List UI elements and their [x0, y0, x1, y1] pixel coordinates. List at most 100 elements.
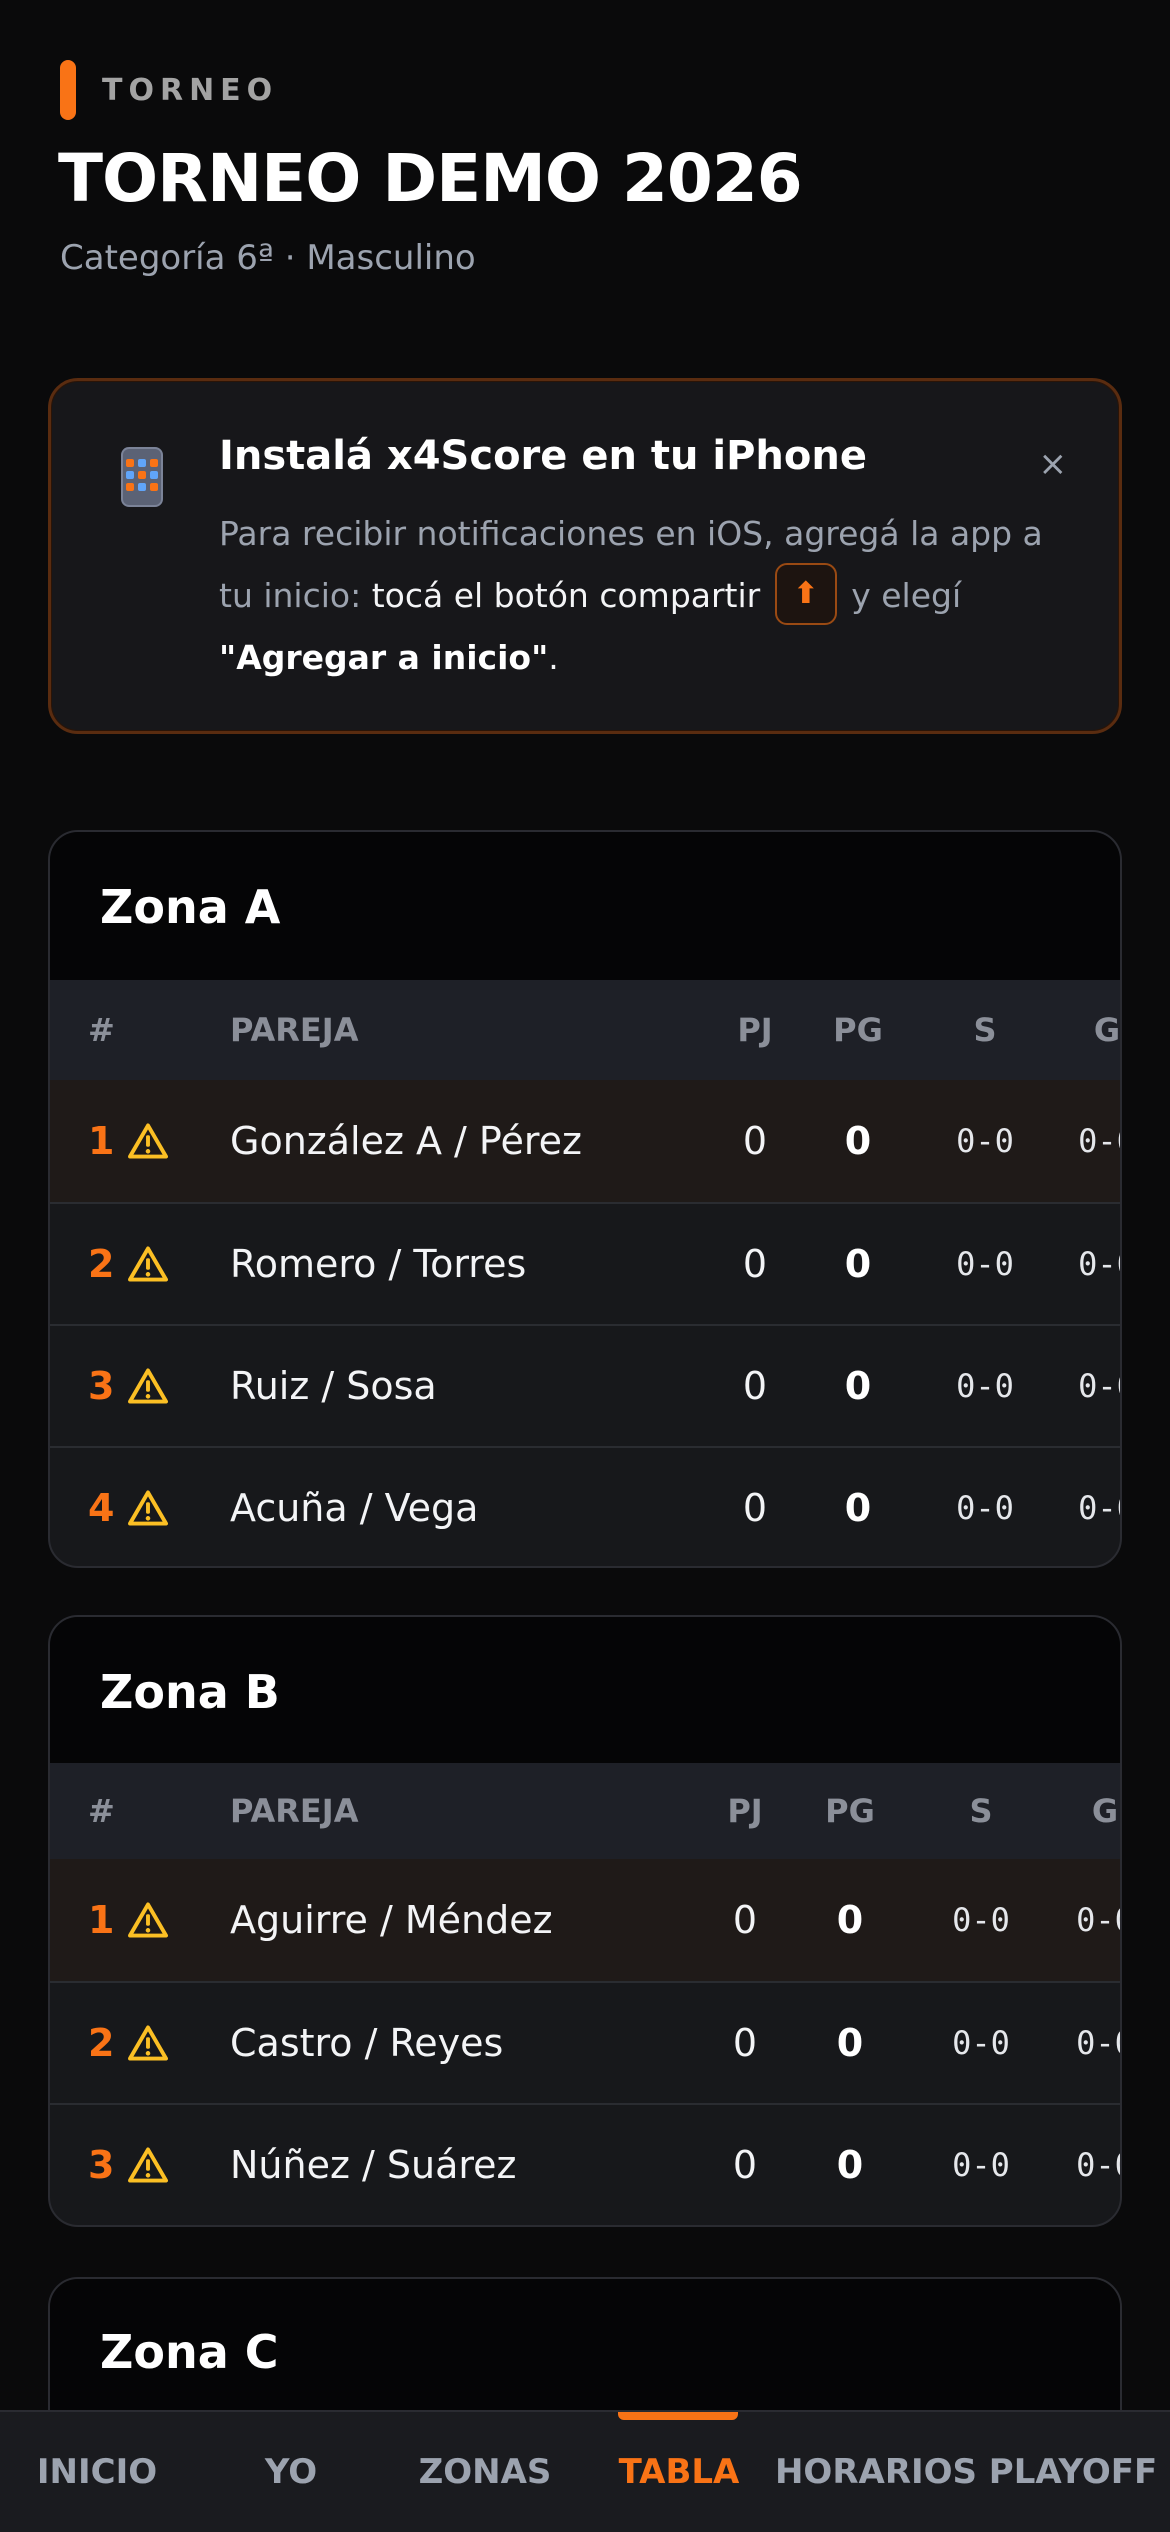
col-pair: PAREJA	[230, 1011, 359, 1049]
nav-item-yo[interactable]: YO	[194, 2412, 388, 2532]
played-value: 0	[732, 2143, 758, 2187]
zone-title: Zona A	[100, 880, 281, 934]
pair-name: González A / Pérez	[230, 1119, 582, 1163]
games-value: 0-0	[1076, 2024, 1120, 2062]
warning-icon	[128, 1123, 169, 1159]
install-banner: Instalá x4Score en tu iPhone × Para reci…	[48, 378, 1122, 734]
zone-header: Zona B	[50, 1617, 1120, 1763]
won-value: 0	[844, 1119, 872, 1163]
col-pos: #	[88, 1011, 115, 1049]
warning-icon	[128, 2147, 169, 2183]
bottom-nav: INICIO YO ZONAS TABLA HORARIOS PLAYOFF	[0, 2410, 1170, 2532]
played-value: 0	[742, 1486, 768, 1530]
zone-header: Zona A	[50, 832, 1120, 980]
sets-value: 0-0	[956, 1489, 1014, 1527]
banner-text: Para recibir notificaciones en iOS, agre…	[219, 503, 1059, 689]
won-value: 0	[836, 2021, 864, 2065]
sets-value: 0-0	[956, 1367, 1014, 1405]
games-value: 0-0	[1076, 1901, 1120, 1939]
zone-title: Zona C	[100, 2325, 279, 2379]
won-value: 0	[844, 1242, 872, 1286]
banner-text-share-instruction: tocá el botón compartir	[371, 576, 761, 615]
position-cell: 3	[88, 1326, 169, 1446]
won-value: 0	[844, 1364, 872, 1408]
games-value: 0-0	[1076, 2146, 1120, 2184]
col-pg: PG	[833, 1011, 883, 1049]
share-icon: ⬆	[774, 562, 837, 625]
position-number: 3	[88, 1364, 115, 1408]
position-cell: 1	[88, 1859, 169, 1981]
sets-value: 0-0	[952, 1901, 1010, 1939]
table-row[interactable]: 2 Romero / Torres 0 0 0-0 0-0	[50, 1202, 1120, 1324]
col-g: G	[1093, 1011, 1121, 1049]
warning-icon	[128, 2025, 169, 2061]
position-cell: 2	[88, 1204, 169, 1324]
banner-text-period: .	[548, 638, 559, 677]
warning-icon	[128, 1368, 169, 1404]
position-cell: 2	[88, 1983, 169, 2103]
calculator-icon	[121, 447, 163, 507]
col-pg: PG	[825, 1792, 875, 1830]
col-s: S	[973, 1011, 997, 1049]
nav-item-tabla[interactable]: TABLA	[582, 2412, 776, 2532]
col-pj: PJ	[727, 1792, 763, 1830]
played-value: 0	[742, 1364, 768, 1408]
kicker-label: TORNEO	[102, 72, 279, 108]
nav-item-zonas[interactable]: ZONAS	[388, 2412, 582, 2532]
games-value: 0-0	[1078, 1367, 1120, 1405]
banner-title: Instalá x4Score en tu iPhone	[219, 433, 867, 479]
banner-text-choose: y elegí	[840, 576, 962, 615]
table-header: # PAREJA PJ PG S G	[50, 1763, 1120, 1859]
won-value: 0	[836, 2143, 864, 2187]
banner-text-add-home: "Agregar a inicio"	[219, 638, 549, 677]
close-icon[interactable]: ×	[1039, 447, 1068, 481]
nav-item-horarios[interactable]: HORARIOS	[775, 2412, 977, 2532]
zone-rows: 1 Aguirre / Méndez 0 0 0-0 0-0 2 Castro / Reyes…	[50, 1859, 1120, 2225]
table-row[interactable]: 2 Castro / Reyes 0 0 0-0 0-0	[50, 1981, 1120, 2103]
position-number: 1	[88, 1119, 115, 1163]
table-row[interactable]: 3 Núñez / Suárez 0 0 0-0 0-0	[50, 2103, 1120, 2225]
pair-name: Acuña / Vega	[230, 1486, 479, 1530]
pair-name: Ruiz / Sosa	[230, 1364, 437, 1408]
col-g: G	[1091, 1792, 1119, 1830]
position-number: 3	[88, 2143, 115, 2187]
accent-bar	[60, 60, 76, 120]
position-cell: 3	[88, 2105, 169, 2225]
played-value: 0	[732, 2021, 758, 2065]
pair-name: Romero / Torres	[230, 1242, 527, 1286]
table-row[interactable]: 1 Aguirre / Méndez 0 0 0-0 0-0	[50, 1859, 1120, 1981]
pair-name: Castro / Reyes	[230, 2021, 504, 2065]
position-number: 2	[88, 2021, 115, 2065]
won-value: 0	[836, 1898, 864, 1942]
col-s: S	[969, 1792, 993, 1830]
warning-icon	[128, 1902, 169, 1938]
warning-icon	[128, 1490, 169, 1526]
position-cell: 1	[88, 1080, 169, 1202]
table-row[interactable]: 1 González A / Pérez 0 0 0-0 0-0	[50, 1080, 1120, 1202]
games-value: 0-0	[1078, 1489, 1120, 1527]
page-subtitle: Categoría 6ª · Masculino	[60, 238, 476, 278]
zone-header: Zona C	[50, 2279, 1120, 2427]
played-value: 0	[742, 1242, 768, 1286]
col-pair: PAREJA	[230, 1792, 359, 1830]
played-value: 0	[732, 1898, 758, 1942]
page: TORNEO TORNEO DEMO 2026 Categoría 6ª · M…	[0, 0, 1170, 2532]
table-row[interactable]: 4 Acuña / Vega 0 0 0-0 0-0	[50, 1446, 1120, 1566]
zone-card-a: Zona A # PAREJA PJ PG S G 1 González A / …	[48, 830, 1122, 1568]
won-value: 0	[844, 1486, 872, 1530]
sets-value: 0-0	[956, 1122, 1014, 1160]
zone-rows: 1 González A / Pérez 0 0 0-0 0-0 2 Romero / Tor…	[50, 1080, 1120, 1566]
games-value: 0-0	[1078, 1122, 1120, 1160]
position-number: 1	[88, 1898, 115, 1942]
col-pos: #	[88, 1792, 115, 1830]
nav-item-inicio[interactable]: INICIO	[0, 2412, 194, 2532]
table-row[interactable]: 3 Ruiz / Sosa 0 0 0-0 0-0	[50, 1324, 1120, 1446]
table-header: # PAREJA PJ PG S G	[50, 980, 1120, 1080]
warning-icon	[128, 1246, 169, 1282]
games-value: 0-0	[1078, 1245, 1120, 1283]
position-number: 4	[88, 1486, 115, 1530]
sets-value: 0-0	[956, 1245, 1014, 1283]
zone-card-b: Zona B # PAREJA PJ PG S G 1 Aguirre / Mén…	[48, 1615, 1122, 2227]
position-cell: 4	[88, 1448, 169, 1566]
nav-item-playoff[interactable]: PLAYOFF	[976, 2412, 1170, 2532]
